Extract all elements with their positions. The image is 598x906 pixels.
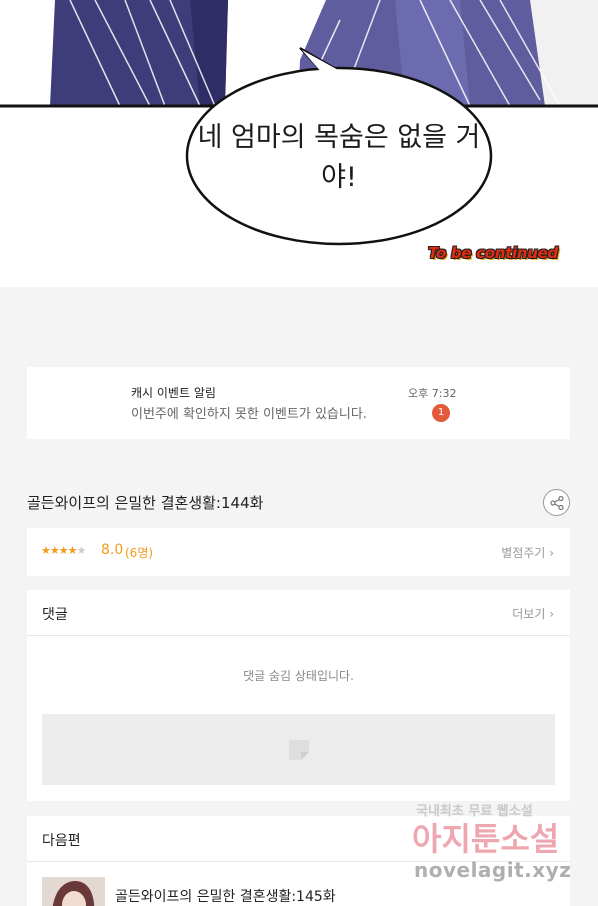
comment-icon bbox=[289, 740, 309, 760]
speech-bubble-text: 네 엄마의 목숨은 없을 거야! bbox=[197, 122, 481, 193]
next-episode-header: 다음편 bbox=[27, 816, 570, 862]
next-episode-title: 다음편 bbox=[42, 833, 81, 849]
next-episode-card: 다음편 골든와이프의 은밀한 결혼생활:145화 bbox=[27, 816, 570, 906]
comments-title: 댓글 bbox=[42, 607, 68, 623]
notification-title: 캐시 이벤트 알림 bbox=[131, 386, 216, 400]
episode-title: 골든와이프의 은밀한 결혼생활:144화 bbox=[27, 494, 264, 512]
rate-button[interactable]: 별점주기 › bbox=[501, 544, 554, 561]
star-icon: ★ bbox=[41, 544, 51, 557]
comic-panel: 네 엄마의 목숨은 없을 거야! To be continued bbox=[0, 0, 598, 287]
comments-more-button[interactable]: 더보기 › bbox=[512, 605, 554, 622]
star-icon: ★ bbox=[58, 544, 69, 557]
chevron-right-icon: › bbox=[549, 546, 554, 560]
to-be-continued-label: To be continued bbox=[428, 244, 558, 262]
comments-card: 댓글 더보기 › 댓글 숨김 상태입니다. bbox=[27, 590, 570, 801]
next-episode-link[interactable]: 골든와이프의 은밀한 결혼생활:145화 bbox=[115, 886, 336, 906]
event-notification-card[interactable]: 캐시 이벤트 알림 이번주에 확인하지 못한 이벤트가 있습니다. 오후 7:3… bbox=[27, 367, 570, 439]
comments-header: 댓글 더보기 › bbox=[27, 590, 570, 636]
notification-time: 오후 7:32 bbox=[408, 387, 457, 400]
share-icon bbox=[550, 495, 564, 511]
next-episode-thumbnail[interactable] bbox=[42, 877, 105, 906]
comments-more-label: 더보기 bbox=[512, 607, 546, 621]
comments-hidden-message: 댓글 숨김 상태입니다. bbox=[243, 669, 354, 683]
notification-body: 이번주에 확인하지 못한 이벤트가 있습니다. bbox=[131, 407, 367, 422]
rating-card: ★★★★★ 8.0 (6명) 별점주기 › bbox=[27, 528, 570, 576]
rating-score: 8.0 bbox=[101, 542, 124, 558]
rating-count: (6명) bbox=[125, 546, 154, 560]
star-icon: ★ bbox=[49, 544, 60, 557]
star-rating: ★★★★★ bbox=[41, 544, 87, 557]
comment-input-box[interactable] bbox=[42, 714, 555, 785]
star-empty-icon: ★ bbox=[76, 544, 87, 557]
star-icon: ★ bbox=[67, 544, 78, 557]
chevron-right-icon: › bbox=[549, 607, 554, 621]
notification-badge: 1 bbox=[432, 404, 450, 422]
share-button[interactable] bbox=[543, 489, 570, 516]
rate-button-label: 별점주기 bbox=[501, 546, 546, 560]
thumbnail-image bbox=[42, 877, 105, 906]
